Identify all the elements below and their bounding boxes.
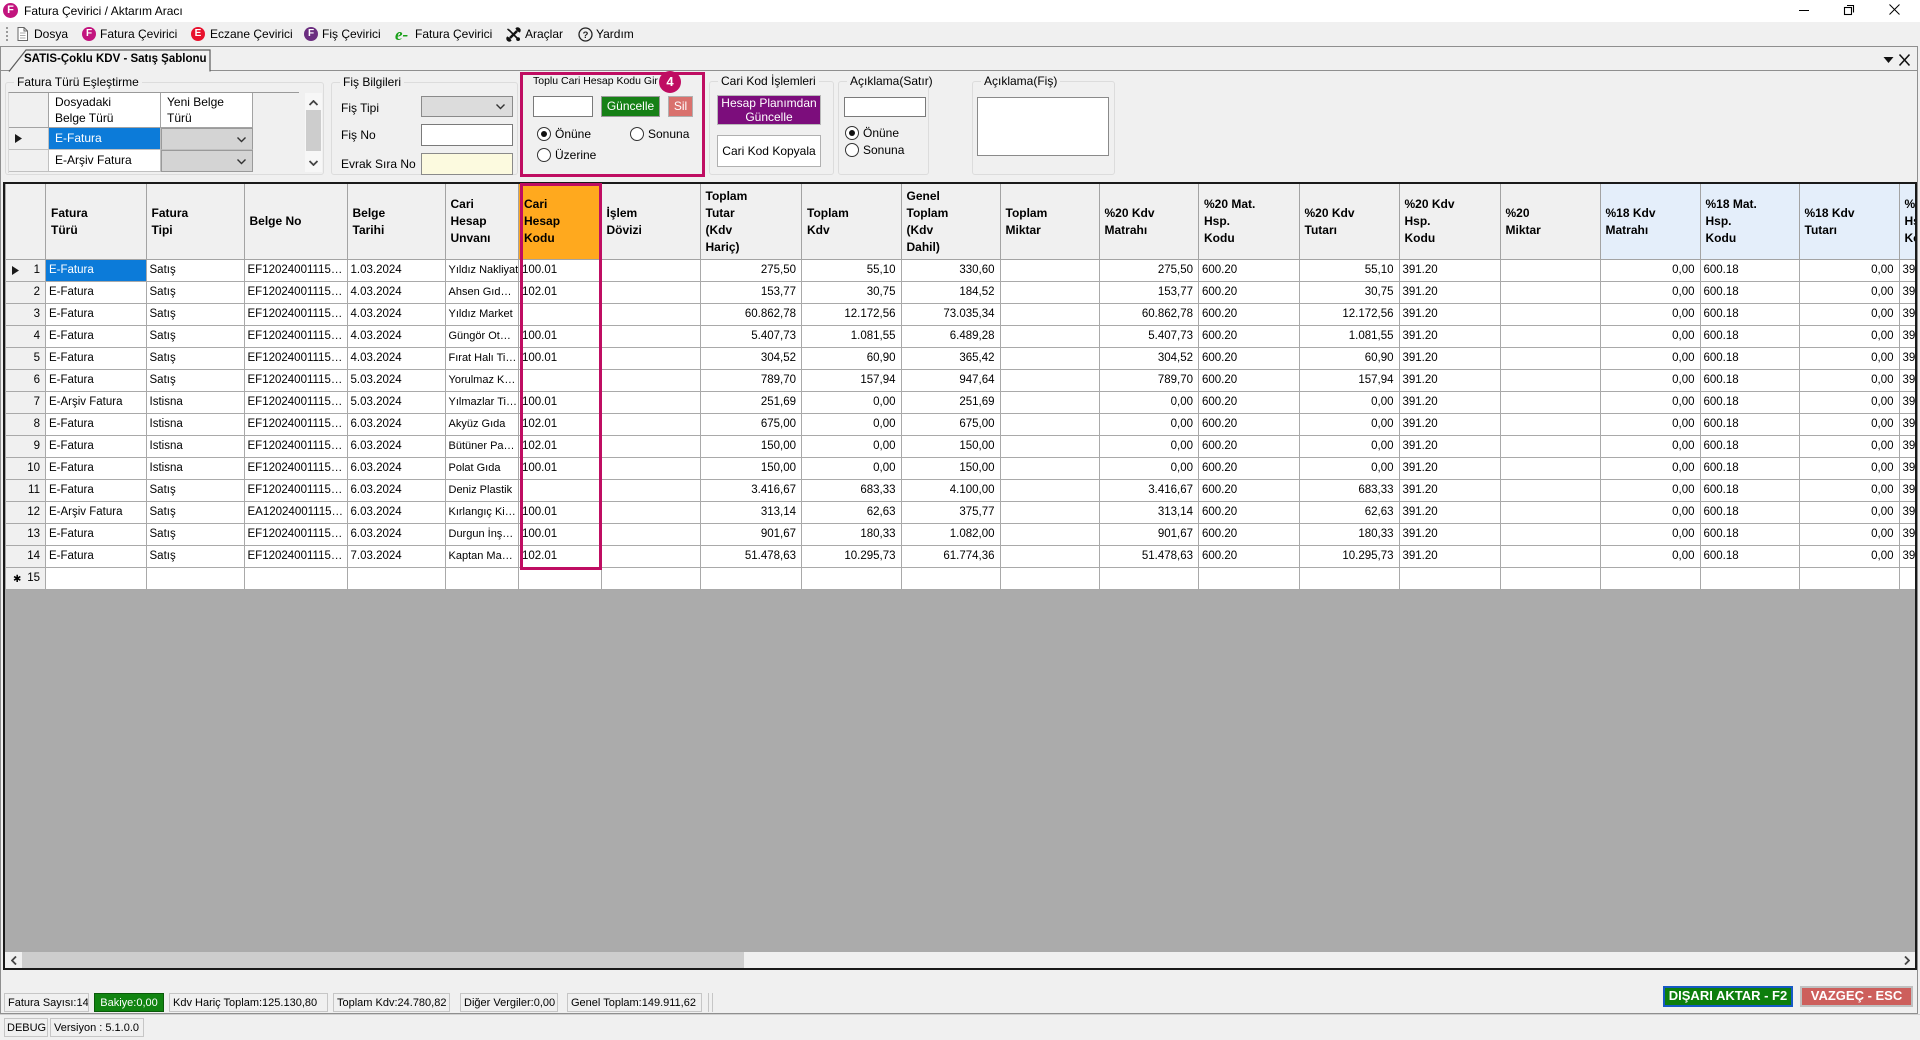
svg-text:?: ? <box>583 30 589 41</box>
